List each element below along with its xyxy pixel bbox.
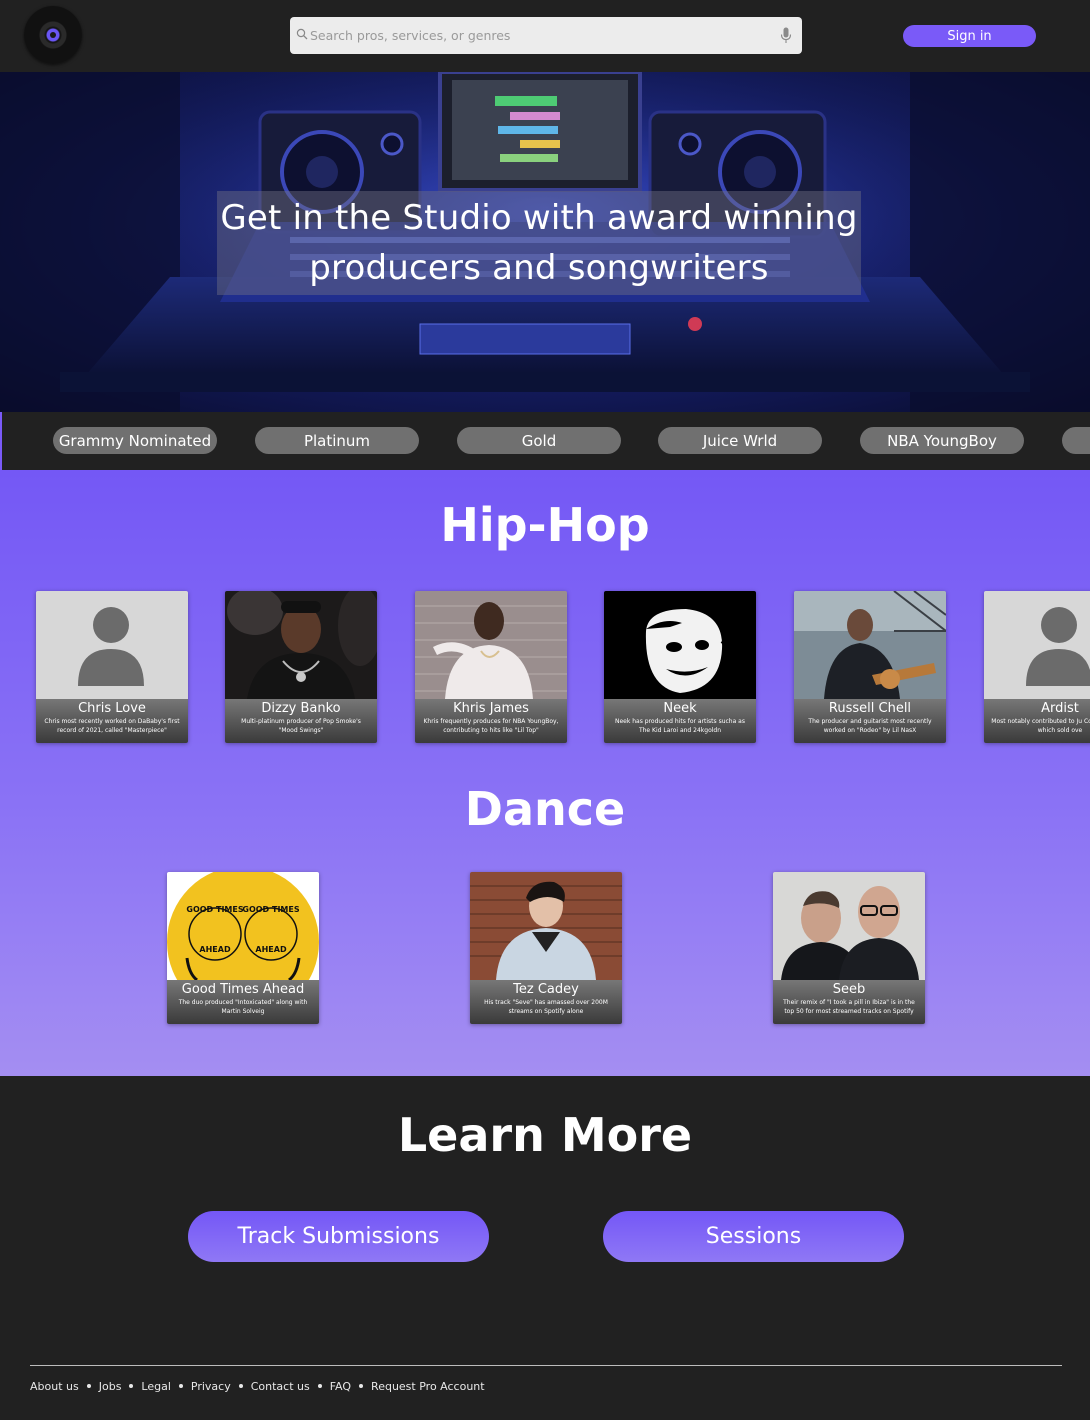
hero-title-box: Get in the Studio with award winning pro… [217,191,861,295]
producer-description: Neek has produced hits for artists sucha… [614,718,745,734]
footer-link-legal[interactable]: Legal [141,1380,170,1393]
dance-heading: Dance [464,782,626,836]
logo-lettering: AHEAD [255,945,287,954]
producer-description: Multi-platinum producer of Pop Smoke's "… [241,718,361,734]
producer-description: Khris frequently produces for NBA YoungB… [423,718,559,734]
footer-link-request-pro-account[interactable]: Request Pro Account [371,1380,485,1393]
producer-name: Khris James [453,701,529,716]
footer-divider [30,1365,1062,1366]
producer-card-ardist[interactable]: Ardist Most notably contributed to Ju Co… [984,591,1090,743]
hero-title: Get in the Studio with award winning pro… [220,198,858,288]
card-caption: Good Times Ahead The duo produced "Intox… [167,980,319,1024]
producer-description: Most notably contributed to Ju Conversat… [991,718,1090,734]
producer-card-chris-love[interactable]: Chris Love Chris most recently worked on… [36,591,188,743]
separator-dot [359,1384,364,1388]
sign-in-button[interactable]: Sign in [903,25,1036,47]
producer-photo [415,591,567,699]
logo-center [50,32,56,38]
producer-description: His track "Seve" has amassed over 200M s… [484,999,608,1015]
producer-name: Ardist [1041,701,1079,716]
card-caption: Chris Love Chris most recently worked on… [36,699,188,743]
producer-card-russell-chell[interactable]: Russell Chell The producer and guitarist… [794,591,946,743]
tag-filter-bar: Grammy Nominated Platinum Gold Juice Wrl… [0,412,1090,470]
genres-section: Hip-Hop Chris Love Chris most recently w… [0,470,1090,1076]
card-caption: Neek Neek has produced hits for artists … [604,699,756,743]
hero-banner: Get in the Studio with award winning pro… [0,72,1090,412]
tag-platinum[interactable]: Platinum [255,427,419,454]
card-caption: Khris James Khris frequently produces fo… [415,699,567,743]
separator-dot [317,1384,322,1388]
default-avatar-icon [36,591,188,699]
footer-link-faq[interactable]: FAQ [330,1380,351,1393]
producer-name: Seeb [832,982,866,997]
tag-grammy-nominated[interactable]: Grammy Nominated [53,427,217,454]
search-icon [296,28,308,40]
footer-link-jobs[interactable]: Jobs [99,1380,122,1393]
producer-card-seeb[interactable]: Seeb Their remix of "I took a pill in Ib… [773,872,925,1024]
producer-description: Chris most recently worked on DaBaby's f… [44,718,180,734]
hip-hop-heading: Hip-Hop [440,498,650,552]
separator-dot [178,1384,183,1388]
good-times-ahead-logo: GOOD TIMES GOOD TIMES AHEAD AHEAD [167,872,319,980]
logo-lettering: GOOD TIMES [186,905,243,914]
top-header: Sign in [0,0,1090,72]
producer-name: Chris Love [78,701,146,716]
card-caption: Ardist Most notably contributed to Ju Co… [984,699,1090,743]
separator-dot [86,1384,91,1388]
producer-name: Neek [663,701,697,716]
producer-card-tez-cadey[interactable]: Tez Cadey His track "Seve" has amassed o… [470,872,622,1024]
learn-more-section: Learn More Track Submissions Sessions Ab… [0,1076,1090,1420]
producer-name: Tez Cadey [513,982,579,997]
producer-card-neek[interactable]: Neek Neek has produced hits for artists … [604,591,756,743]
search-bar[interactable] [290,17,802,54]
logo-lettering: GOOD TIMES [242,905,299,914]
producer-name: Good Times Ahead [181,982,305,997]
producer-description: Their remix of "I took a pill in Ibiza" … [783,999,915,1015]
learn-more-heading: Learn More [397,1108,693,1162]
producer-photo [604,591,756,699]
producer-name: Russell Chell [828,701,912,716]
tag-nba-youngboy[interactable]: NBA YoungBoy [860,427,1024,454]
tag-next-partial[interactable] [1062,427,1090,454]
footer-link-about-us[interactable]: About us [30,1380,79,1393]
logo-lettering: AHEAD [199,945,231,954]
producer-description: The producer and guitarist most recently… [808,718,932,734]
producer-name: Dizzy Banko [261,701,341,716]
producer-card-good-times-ahead[interactable]: GOOD TIMES GOOD TIMES AHEAD AHEAD Good T… [167,872,319,1024]
tag-juice-wrld[interactable]: Juice Wrld [658,427,822,454]
card-caption: Tez Cadey His track "Seve" has amassed o… [470,980,622,1024]
card-caption: Russell Chell The producer and guitarist… [794,699,946,743]
search-input[interactable] [310,23,770,48]
default-avatar-icon [984,591,1090,699]
producer-photo [225,591,377,699]
separator-dot [129,1384,134,1388]
producer-photo [794,591,946,699]
footer-link-contact-us[interactable]: Contact us [251,1380,310,1393]
producer-photo [773,872,925,980]
vinyl-record-logo-icon[interactable] [24,6,82,64]
microphone-icon[interactable] [780,27,792,44]
producer-description: The duo produced "Intoxicated" along wit… [178,999,308,1015]
producer-photo [470,872,622,980]
track-submissions-button[interactable]: Track Submissions [188,1211,489,1262]
separator-dot [238,1384,243,1388]
card-caption: Dizzy Banko Multi-platinum producer of P… [225,699,377,743]
card-caption: Seeb Their remix of "I took a pill in Ib… [773,980,925,1024]
tag-gold[interactable]: Gold [457,427,621,454]
footer-link-privacy[interactable]: Privacy [191,1380,231,1393]
producer-card-khris-james[interactable]: Khris James Khris frequently produces fo… [415,591,567,743]
footer-links: About us Jobs Legal Privacy Contact us F… [30,1378,485,1394]
sessions-button[interactable]: Sessions [603,1211,904,1262]
producer-card-dizzy-banko[interactable]: Dizzy Banko Multi-platinum producer of P… [225,591,377,743]
